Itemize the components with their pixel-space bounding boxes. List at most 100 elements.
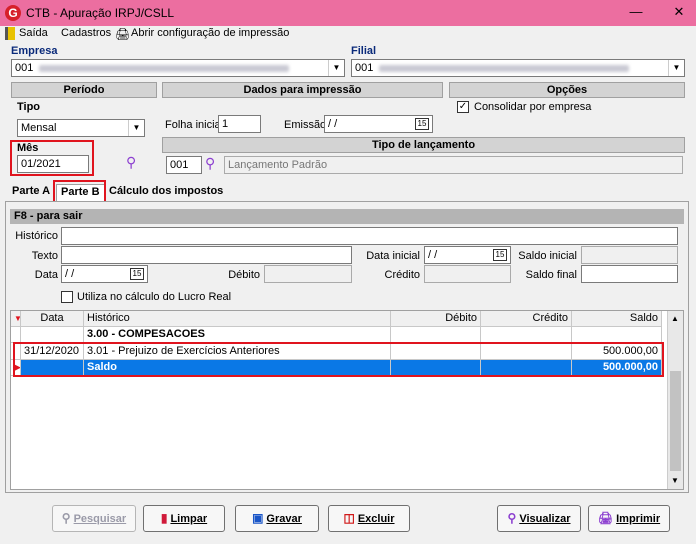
credito-label: Crédito bbox=[384, 269, 420, 281]
search-icon[interactable]: ⚲ bbox=[205, 155, 215, 172]
col-header-historico[interactable]: Histórico bbox=[84, 311, 391, 327]
periodo-header: Período bbox=[11, 82, 157, 98]
vertical-scrollbar[interactable]: ▲ ▼ bbox=[667, 311, 683, 489]
credito-input[interactable] bbox=[424, 265, 511, 283]
chevron-down-icon[interactable]: ▼ bbox=[668, 60, 684, 76]
historico-label: Histórico bbox=[15, 230, 58, 242]
col-header-credito[interactable]: Crédito bbox=[481, 311, 572, 327]
emissao-input[interactable]: / / 15 bbox=[324, 115, 433, 133]
title-bar: G CTB - Apuração IRPJ/CSLL — ✕ bbox=[0, 0, 696, 26]
tipo-lancamento-header: Tipo de lançamento bbox=[162, 137, 685, 153]
chevron-down-icon[interactable]: ▼ bbox=[128, 120, 144, 136]
saldo-final-label: Saldo final bbox=[525, 269, 577, 281]
minimize-icon[interactable]: — bbox=[626, 3, 646, 21]
save-icon: ▣ bbox=[252, 511, 264, 525]
trash-icon: ◫ bbox=[343, 511, 355, 525]
tipo-value: Mensal bbox=[21, 122, 57, 134]
saldo-final-input[interactable] bbox=[581, 265, 678, 283]
app-logo-icon: G bbox=[5, 5, 21, 21]
redacted-text bbox=[39, 64, 290, 72]
limpar-label: Limpar bbox=[170, 513, 208, 525]
consolidar-checkbox[interactable]: ✓ bbox=[457, 101, 469, 113]
filial-code: 001 bbox=[355, 62, 374, 74]
row-indicator-icon: ▼ bbox=[11, 311, 21, 327]
excluir-button[interactable]: ◫ Excluir bbox=[328, 505, 410, 532]
visualizar-button[interactable]: ⚲ Visualizar bbox=[497, 505, 581, 532]
folha-input[interactable]: 1 bbox=[218, 115, 261, 133]
data-input[interactable]: / / 15 bbox=[61, 265, 148, 283]
empresa-label: Empresa bbox=[11, 45, 58, 57]
tab-parte-a[interactable]: Parte A bbox=[8, 184, 54, 201]
search-icon[interactable]: ⚲ bbox=[126, 154, 136, 171]
close-icon[interactable]: ✕ bbox=[669, 3, 689, 21]
menu-cadastros[interactable]: Cadastros bbox=[61, 27, 111, 39]
search-icon: ⚲ bbox=[507, 511, 517, 525]
tipo-combo[interactable]: Mensal ▼ bbox=[17, 119, 145, 137]
col-header-saldo[interactable]: Saldo bbox=[572, 311, 662, 327]
group-cell-saldo bbox=[572, 327, 662, 343]
folha-label: Folha inicial bbox=[165, 119, 224, 131]
data-inicial-value: / / bbox=[428, 249, 438, 261]
empresa-combo[interactable]: 001 ▼ bbox=[11, 59, 345, 77]
texto-label: Texto bbox=[31, 250, 58, 262]
saldo-inicial-label: Saldo inicial bbox=[518, 250, 577, 262]
group-cell-debito bbox=[391, 327, 481, 343]
calendar-icon[interactable]: 15 bbox=[130, 268, 144, 280]
data-value: / / bbox=[65, 268, 75, 280]
tipo-label: Tipo bbox=[17, 101, 41, 113]
data-inicial-label: Data inicial bbox=[366, 250, 420, 262]
exit-icon[interactable] bbox=[5, 27, 15, 40]
data-inicial-input[interactable]: / / 15 bbox=[424, 246, 511, 264]
tipo-lancamento-desc: Lançamento Padrão bbox=[224, 156, 683, 174]
limpar-button[interactable]: ▮ Limpar bbox=[143, 505, 225, 532]
eraser-icon: ▮ bbox=[160, 511, 168, 525]
empresa-code: 001 bbox=[15, 62, 34, 74]
visualizar-label: Visualizar bbox=[519, 513, 571, 525]
results-grid[interactable]: ▼ Data Histórico Débito Crédito Saldo 3.… bbox=[10, 310, 684, 490]
scroll-down-icon[interactable]: ▼ bbox=[671, 476, 679, 485]
gravar-button[interactable]: ▣ Gravar bbox=[235, 505, 319, 532]
saldo-inicial-input[interactable] bbox=[581, 246, 678, 264]
gravar-label: Gravar bbox=[266, 513, 302, 525]
consolidar-label: Consolidar por empresa bbox=[474, 101, 592, 113]
search-icon: ⚲ bbox=[61, 511, 71, 525]
pesquisar-label: Pesquisar bbox=[73, 513, 127, 525]
redacted-text bbox=[379, 64, 630, 72]
menu-saida[interactable]: Saída bbox=[19, 27, 48, 39]
menu-abrir-config[interactable]: Abrir configuração de impressão bbox=[131, 27, 289, 39]
opcoes-header: Opções bbox=[449, 82, 685, 98]
dados-impressao-header: Dados para impressão bbox=[162, 82, 443, 98]
col-header-data[interactable]: Data bbox=[21, 311, 84, 327]
debito-input[interactable] bbox=[264, 265, 352, 283]
tipo-lancamento-code[interactable]: 001 bbox=[166, 156, 202, 174]
group-cell-data bbox=[21, 327, 84, 343]
scroll-up-icon[interactable]: ▲ bbox=[671, 314, 679, 323]
pesquisar-button[interactable]: ⚲ Pesquisar bbox=[52, 505, 136, 532]
window-title: CTB - Apuração IRPJ/CSLL bbox=[26, 6, 175, 20]
imprimir-label: Imprimir bbox=[616, 513, 661, 525]
data-label: Data bbox=[34, 269, 58, 281]
lucro-real-checkbox[interactable] bbox=[61, 291, 73, 303]
printer-icon: 🖨 bbox=[597, 511, 614, 525]
row-marker bbox=[11, 327, 21, 343]
filial-label: Filial bbox=[351, 45, 377, 57]
group-row-label[interactable]: 3.00 - COMPESACOES bbox=[84, 327, 391, 343]
excluir-label: Excluir bbox=[357, 513, 395, 525]
col-header-debito[interactable]: Débito bbox=[391, 311, 481, 327]
printer-icon[interactable]: 🖨 bbox=[115, 27, 130, 41]
imprimir-button[interactable]: 🖨 Imprimir bbox=[588, 505, 670, 532]
mes-input[interactable]: 01/2021 bbox=[17, 155, 89, 173]
filial-combo[interactable]: 001 ▼ bbox=[351, 59, 685, 77]
calendar-icon[interactable]: 15 bbox=[493, 249, 507, 261]
tab-calculo-impostos[interactable]: Cálculo dos impostos bbox=[105, 184, 227, 201]
historico-input[interactable] bbox=[61, 227, 678, 245]
emissao-value: / / bbox=[328, 118, 338, 130]
texto-input[interactable] bbox=[61, 246, 352, 264]
debito-label: Débito bbox=[228, 269, 260, 281]
emissao-label: Emissão bbox=[284, 119, 327, 131]
menu-bar: Saída Cadastros 🖨 Abrir configuração de … bbox=[0, 26, 696, 44]
scrollbar-thumb[interactable] bbox=[670, 371, 681, 471]
calendar-icon[interactable]: 15 bbox=[415, 118, 429, 130]
rows-highlight bbox=[13, 342, 664, 377]
chevron-down-icon[interactable]: ▼ bbox=[328, 60, 344, 76]
